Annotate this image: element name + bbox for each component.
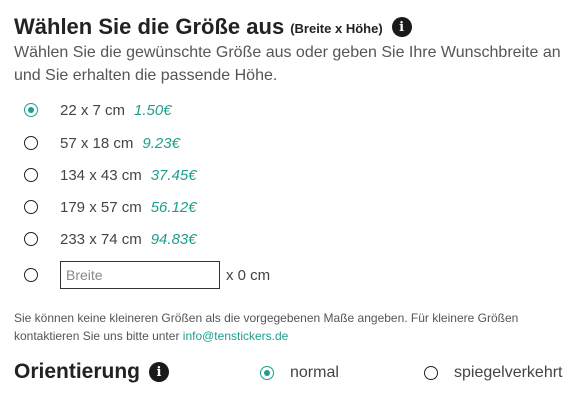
size-section-title: Wählen Sie die Größe aus (Breite x Höhe)… [14, 14, 412, 40]
size-option-233x74[interactable]: 233 x 74 cm 94.83€ [24, 228, 197, 250]
orientation-radio[interactable] [424, 366, 438, 380]
size-option-custom[interactable]: x 0 cm [24, 260, 270, 290]
orientation-label: normal [290, 364, 339, 381]
size-label: 22 x 7 cm [60, 101, 126, 119]
size-price: 56.12€ [150, 198, 197, 216]
orientation-radio[interactable] [260, 366, 274, 380]
size-radio[interactable] [24, 200, 38, 214]
orientation-option-normal[interactable]: normal [260, 362, 339, 384]
size-label: 134 x 43 cm [60, 166, 142, 184]
size-option-57x18[interactable]: 57 x 18 cm 9.23€ [24, 132, 180, 154]
size-radio[interactable] [24, 103, 38, 117]
size-radio[interactable] [24, 136, 38, 150]
size-radio[interactable] [24, 232, 38, 246]
size-label: 179 x 57 cm [60, 198, 142, 216]
size-note: Sie können keine kleineren Größen als di… [14, 309, 570, 345]
size-label: 233 x 74 cm [60, 230, 142, 248]
custom-height-suffix: x 0 cm [226, 266, 271, 284]
size-price: 94.83€ [150, 230, 197, 248]
size-title-subtitle: (Breite x Höhe) [290, 20, 383, 36]
size-description: Wählen Sie die gewünschte Größe aus oder… [14, 44, 561, 84]
contact-email-link[interactable]: info@tenstickers.de [183, 329, 289, 343]
orientation-option-mirrored[interactable]: spiegelverkehrt [424, 362, 563, 384]
info-icon[interactable]: i [391, 17, 412, 37]
orientation-label: spiegelverkehrt [454, 364, 563, 381]
size-option-134x43[interactable]: 134 x 43 cm 37.45€ [24, 164, 197, 186]
size-title-text: Wählen Sie die Größe aus [14, 14, 285, 39]
size-option-179x57[interactable]: 179 x 57 cm 56.12€ [24, 196, 197, 218]
info-icon[interactable]: i [149, 362, 170, 382]
size-option-22x7[interactable]: 22 x 7 cm 1.50€ [24, 99, 172, 121]
size-radio[interactable] [24, 168, 38, 182]
size-label: 57 x 18 cm [60, 134, 134, 152]
size-price: 1.50€ [134, 101, 172, 119]
custom-size-radio[interactable] [24, 268, 38, 282]
size-price: 9.23€ [142, 134, 180, 152]
size-price: 37.45€ [150, 166, 197, 184]
custom-width-input[interactable] [60, 261, 220, 289]
orientation-title-text: Orientierung [14, 360, 141, 383]
orientation-title: Orientierung i [14, 360, 170, 384]
